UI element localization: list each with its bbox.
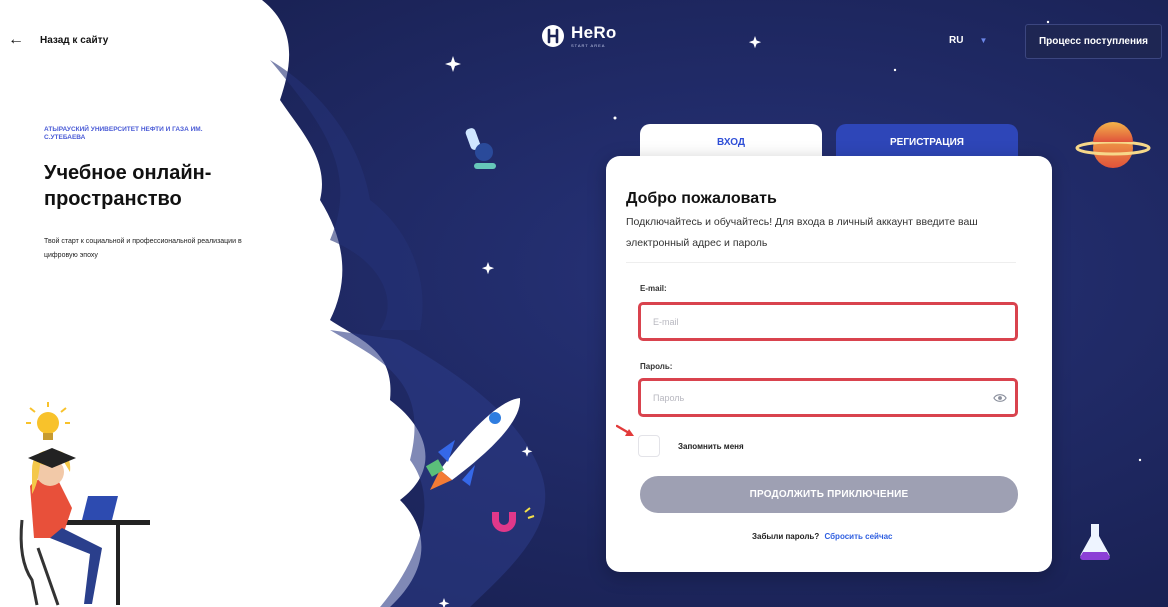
tab-login[interactable]: ВХОД <box>640 124 822 160</box>
back-to-site-link[interactable]: ← Назад к сайту <box>8 32 108 48</box>
password-label: Пароль: <box>640 362 673 371</box>
hero-logo-icon <box>542 25 564 47</box>
form-divider <box>626 262 1016 263</box>
language-selector[interactable]: RU ▼ <box>949 35 987 46</box>
back-arrow-icon: ← <box>8 31 24 48</box>
remember-me-label: Запомнить меня <box>678 442 744 451</box>
admission-process-button[interactable]: Процесс поступления <box>1025 24 1162 59</box>
email-label: E-mail: <box>640 284 667 293</box>
reset-password-link[interactable]: Сбросить сейчас <box>824 532 892 541</box>
login-card: Добро пожаловать Подключайтесь и обучайт… <box>606 156 1052 572</box>
form-title: Добро пожаловать <box>626 190 777 207</box>
remember-me-checkbox[interactable] <box>638 435 660 457</box>
hero-logo[interactable]: HeRo START AREA <box>541 24 617 48</box>
password-field[interactable] <box>641 381 1015 414</box>
hero-subtitle: Твой старт к социальной и профессиональн… <box>44 238 242 259</box>
red-arrow-icon <box>616 424 634 436</box>
form-description: Подключайтесь и обучайтесь! Для входа в … <box>626 216 978 249</box>
university-name: АТЫРАУСКИЙ УНИВЕРСИТЕТ НЕФТИ И ГАЗА ИМ. … <box>44 126 203 141</box>
email-field[interactable] <box>641 305 1015 338</box>
hero-title: Учебное онлайн-пространство <box>44 162 212 210</box>
language-code: RU <box>949 35 964 46</box>
logo-name: HeRo <box>571 23 617 42</box>
email-field-wrapper <box>638 302 1018 341</box>
tab-register[interactable]: РЕГИСТРАЦИЯ <box>836 124 1018 160</box>
continue-adventure-button[interactable]: ПРОДОЛЖИТЬ ПРИКЛЮЧЕНИЕ <box>640 476 1018 513</box>
logo-subtitle: START AREA <box>571 43 606 48</box>
forgot-password-text: Забыли пароль? <box>752 532 820 541</box>
password-field-wrapper <box>638 378 1018 417</box>
chevron-down-icon: ▼ <box>979 36 988 45</box>
back-to-site-label: Назад к сайту <box>40 34 109 46</box>
eye-icon[interactable] <box>993 391 1007 405</box>
forgot-password-row: Забыли пароль? Сбросить сейчас <box>752 532 893 541</box>
